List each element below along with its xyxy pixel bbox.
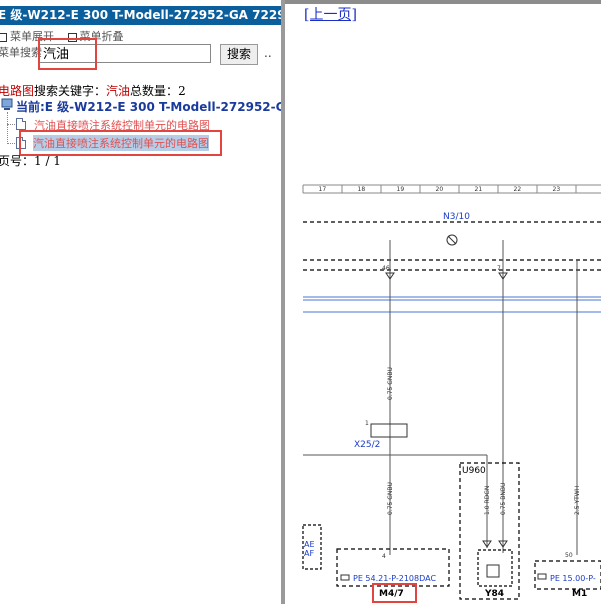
wire-label: 0.75 BNBU: [500, 483, 507, 515]
reference-icon: [537, 573, 547, 580]
component-label-n3: N3/10: [443, 212, 470, 222]
column-number: 22: [514, 186, 522, 193]
component-u960: [459, 462, 520, 600]
expand-icon[interactable]: [0, 32, 7, 42]
column-number: 23: [553, 186, 561, 193]
solenoid-icon: [486, 564, 500, 578]
wire-label: 0.75 GNBU: [387, 482, 394, 515]
wire-label: 2.5 YTWH: [574, 486, 581, 515]
column-number: 18: [358, 186, 366, 193]
keyword-label: 搜索关键字：: [34, 84, 107, 98]
more-button[interactable]: ..: [264, 46, 272, 60]
pin-label: 1: [365, 420, 369, 427]
diagram-pane: [上一页] 17 18 19 20 21 22 23 N3/10 46 7 0.75 GNB…: [285, 0, 601, 604]
tree-root[interactable]: 当前:E 级-W212-E 300 T-Modell-272952-GA: [16, 98, 281, 115]
tree-connector: [7, 143, 15, 144]
pagination: 页号：1 / 1: [0, 154, 61, 168]
reference-icon: [340, 574, 350, 581]
tree-connector: [7, 112, 8, 144]
result-category: 电路图: [0, 84, 35, 98]
count-label: 总数量：: [130, 84, 179, 98]
tree-connector: [7, 124, 15, 125]
highlight-box-search: [38, 38, 97, 70]
component-label-m1: M1: [572, 589, 587, 599]
component-label-y84: Y84: [484, 589, 504, 599]
count-value: 2: [178, 84, 186, 98]
pin-label: 7: [497, 265, 501, 272]
pin-label: 50: [565, 552, 573, 559]
component-label-u960: U960: [462, 466, 486, 476]
column-number: 19: [397, 186, 405, 193]
column-number: 17: [319, 186, 327, 193]
navigation-pane: E 级-W212-E 300 T-Modell-272952-GA 722999…: [0, 0, 281, 604]
document-icon: [16, 118, 26, 130]
wire-label: 0.75 GNBU: [387, 367, 394, 400]
circuit-diagram: 17 18 19 20 21 22 23 N3/10 46 7 0.75 GNBU 1 X2…: [302, 184, 601, 603]
pin-label: 46: [382, 265, 390, 272]
reference-link[interactable]: PE 15.00-P-: [550, 574, 596, 583]
pin-label-ae: AE: [304, 540, 315, 549]
pin-label: 4: [382, 553, 386, 560]
computer-icon: [1, 98, 13, 110]
search-label: 菜单搜索: [0, 46, 42, 59]
column-ruler: 17 18 19 20 21 22 23: [302, 184, 601, 194]
connector-x25: [370, 423, 408, 438]
search-button[interactable]: 搜索: [220, 44, 258, 65]
column-number: 21: [475, 186, 483, 193]
keyword-value: 汽油: [106, 84, 131, 98]
component-label-m47: M4/7: [379, 589, 404, 599]
reference-link[interactable]: PE 54.21-P-2108DAC: [353, 574, 436, 583]
column-number: 20: [436, 186, 444, 193]
component-y84: [477, 549, 513, 587]
window-title: E 级-W212-E 300 T-Modell-272952-GA 722999: [0, 8, 281, 22]
component-label-x25: X25/2: [354, 440, 380, 450]
pin-label-af: AF: [304, 549, 314, 558]
wire-label: 1.0 RDGN: [484, 486, 491, 515]
ground-symbol-stroke: [447, 235, 457, 245]
search-result-summary: 电路图搜索关键字：汽油总数量：2: [0, 82, 186, 99]
window-title-bar: E 级-W212-E 300 T-Modell-272952-GA 722999: [0, 6, 281, 25]
